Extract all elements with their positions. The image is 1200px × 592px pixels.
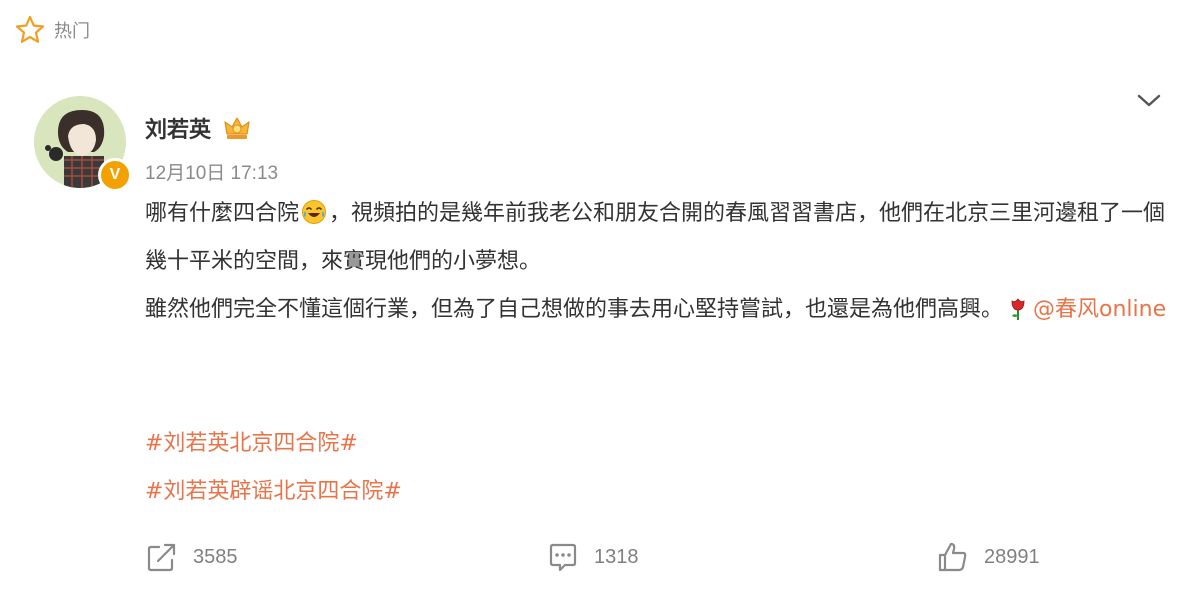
comment-count: 1318 xyxy=(594,545,639,568)
verified-badge: V xyxy=(98,158,132,192)
repost-button[interactable]: 3585 xyxy=(145,540,238,574)
comment-button[interactable]: 1318 xyxy=(546,540,639,574)
author-avatar-wrapper[interactable]: V xyxy=(34,96,132,192)
chevron-down-icon[interactable] xyxy=(1134,86,1164,116)
member-crown-icon[interactable] xyxy=(221,112,253,144)
post-text-part-3: 雖然他們完全不懂這個行業，但為了自己想做的事去用心堅持嘗試，也還是為他們高興。 xyxy=(145,297,1004,322)
rose-emoji-icon xyxy=(1011,298,1025,320)
thumbs-up-icon xyxy=(938,542,967,572)
topic-list: #刘若英北京四合院# #刘若英辟谣北京四合院# xyxy=(145,420,402,516)
star-icon xyxy=(15,15,45,43)
mention-link[interactable]: @春风online xyxy=(1033,297,1166,322)
like-count: 28991 xyxy=(984,545,1040,568)
post-action-bar: 3585 1318 28991 xyxy=(0,540,1200,584)
post-paragraph-2: 雖然他們完全不懂這個行業，但為了自己想做的事去用心堅持嘗試，也還是為他們高興。 … xyxy=(145,286,1175,334)
post-text-part-1: 哪有什麼四合院 xyxy=(145,201,300,226)
laughing-tears-emoji-icon xyxy=(302,200,327,224)
author-line: 刘若英 xyxy=(145,112,253,144)
hot-section-label: 热门 xyxy=(54,21,90,42)
post-paragraph-1: 哪有什麼四合院 ，視頻拍的是幾年前我老公和朋友合開的春風習習書店，他們在北京三里… xyxy=(145,190,1175,286)
post-timestamp[interactable]: 12月10日 17:13 xyxy=(145,158,278,185)
author-name[interactable]: 刘若英 xyxy=(145,112,211,144)
repost-count: 3585 xyxy=(193,545,238,568)
comment-icon xyxy=(549,543,577,572)
like-button[interactable]: 28991 xyxy=(936,540,1040,574)
topic-link-1[interactable]: #刘若英北京四合院# xyxy=(145,420,402,468)
repost-icon xyxy=(147,543,176,572)
post-body: 哪有什麼四合院 ，視頻拍的是幾年前我老公和朋友合開的春風習習書店，他們在北京三里… xyxy=(145,190,1175,334)
topic-link-2[interactable]: #刘若英辟谣北京四合院# xyxy=(145,468,402,516)
hot-section-header: 热门 xyxy=(14,14,90,46)
